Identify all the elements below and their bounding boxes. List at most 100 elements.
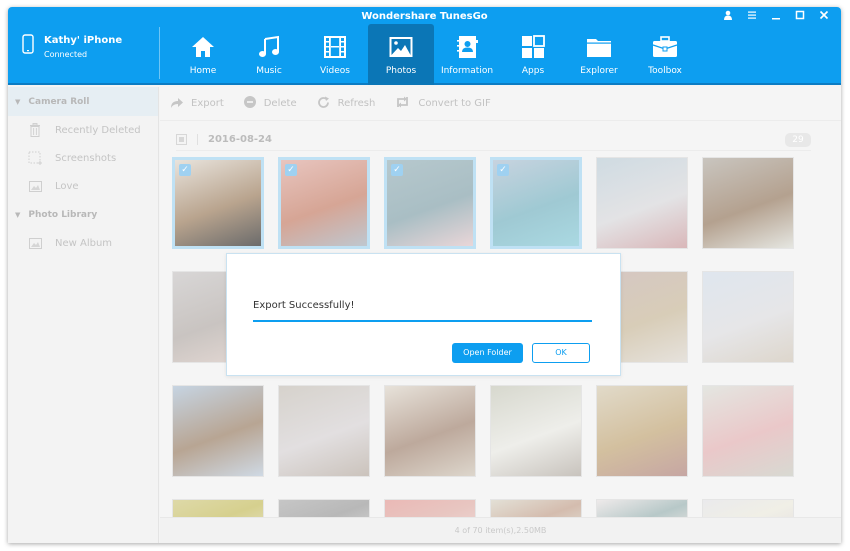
phone-icon	[22, 34, 34, 58]
nav-explorer[interactable]: Explorer	[566, 24, 632, 85]
nav-label: Photos	[385, 66, 417, 76]
sidebar-item-recently-deleted[interactable]: Recently Deleted	[8, 116, 158, 144]
select-all-checkbox[interactable]	[176, 134, 187, 145]
photo-thumbnail[interactable]	[490, 385, 582, 477]
refresh-button[interactable]: Refresh	[317, 96, 376, 112]
header-bar: Wondershare TunesGo Kathy' iPhone Connec…	[8, 7, 841, 85]
nav-label: Music	[256, 66, 282, 76]
photo-thumbnail[interactable]	[384, 385, 476, 477]
window-controls	[721, 9, 831, 23]
photo-image	[279, 386, 369, 476]
photo-thumbnail[interactable]	[702, 271, 794, 363]
sidebar-item-love[interactable]: Love	[8, 172, 158, 200]
nav-label: Toolbox	[648, 66, 682, 76]
export-progress-bar	[253, 320, 592, 322]
sidebar-item-label: New Album	[55, 237, 113, 249]
photo-image	[703, 158, 793, 248]
photo-thumbnail[interactable]	[172, 385, 264, 477]
nav-label: Home	[189, 66, 217, 76]
sidebar: ▼ Camera Roll Recently Deleted Screensho…	[8, 87, 159, 543]
sidebar-section-photo-library[interactable]: ▼ Photo Library	[8, 200, 158, 229]
refresh-icon	[317, 96, 330, 112]
app-title: Wondershare TunesGo	[361, 11, 488, 22]
nav-label: Videos	[320, 66, 350, 76]
photo-image	[491, 386, 581, 476]
nav-label: Apps	[521, 66, 545, 76]
nav-music[interactable]: Music	[236, 24, 302, 85]
sidebar-item-label: Screenshots	[55, 152, 117, 164]
convert-icon	[395, 96, 410, 111]
photo-image	[385, 386, 475, 476]
convert-label: Convert to GIF	[418, 98, 491, 109]
nav-label: Explorer	[580, 66, 618, 76]
apps-icon	[521, 34, 545, 60]
date-group-header: 2016-08-24 29	[176, 129, 811, 151]
date-separator	[197, 134, 198, 145]
export-label: Export	[191, 98, 224, 109]
home-icon	[191, 34, 215, 60]
folder-icon	[586, 34, 612, 60]
convert-gif-button[interactable]: Convert to GIF	[395, 96, 491, 111]
photo-thumbnail[interactable]: ✓	[172, 157, 264, 249]
caret-down-icon: ▼	[15, 210, 21, 219]
photo-checkbox[interactable]: ✓	[179, 164, 191, 176]
photo-image	[703, 272, 793, 362]
nav-toolbox[interactable]: Toolbox	[632, 24, 698, 85]
photo-thumbnail[interactable]	[596, 157, 688, 249]
photo-thumbnail[interactable]: ✓	[384, 157, 476, 249]
photo-thumbnail[interactable]	[278, 385, 370, 477]
photo-image	[597, 158, 687, 248]
main-nav: Home Music Videos Photos Information App…	[170, 24, 698, 85]
delete-label: Delete	[263, 98, 297, 109]
album-icon	[28, 236, 42, 250]
sidebar-section-camera-roll[interactable]: ▼ Camera Roll	[8, 87, 158, 116]
open-folder-button[interactable]: Open Folder	[452, 343, 523, 363]
close-icon[interactable]	[817, 9, 831, 23]
sidebar-section-label: Camera Roll	[28, 96, 90, 107]
user-icon[interactable]	[721, 9, 735, 23]
album-icon	[28, 179, 42, 193]
photo-thumbnail[interactable]: ✓	[490, 157, 582, 249]
trash-icon	[28, 123, 42, 137]
music-icon	[257, 34, 281, 60]
minimize-icon[interactable]	[769, 9, 783, 23]
device-status: Connected	[44, 50, 88, 59]
export-progress-fill	[253, 320, 592, 322]
photo-image	[173, 386, 263, 476]
photo-checkbox[interactable]: ✓	[497, 164, 509, 176]
nav-information[interactable]: Information	[434, 24, 500, 85]
image-icon	[389, 34, 413, 60]
maximize-icon[interactable]	[793, 9, 807, 23]
contacts-icon	[455, 34, 479, 60]
nav-photos[interactable]: Photos	[368, 24, 434, 85]
photo-thumbnail[interactable]	[702, 385, 794, 477]
sidebar-item-new-album[interactable]: New Album	[8, 229, 158, 257]
nav-home[interactable]: Home	[170, 24, 236, 85]
menu-icon[interactable]	[745, 9, 759, 23]
photo-thumbnail[interactable]	[596, 385, 688, 477]
nav-videos[interactable]: Videos	[302, 24, 368, 85]
photo-image	[597, 386, 687, 476]
sidebar-item-label: Love	[55, 180, 79, 192]
toolbar: Export Delete Refresh Convert to GIF	[160, 87, 841, 121]
photo-thumbnail[interactable]: ✓	[278, 157, 370, 249]
dialog-message: Export Successfully!	[253, 300, 355, 311]
ok-button[interactable]: OK	[532, 343, 590, 363]
status-bar: 4 of 70 item(s),2.50MB	[160, 517, 841, 543]
sidebar-item-screenshots[interactable]: Screenshots	[8, 144, 158, 172]
toolbox-icon	[652, 34, 678, 60]
export-button[interactable]: Export	[170, 97, 224, 111]
nav-apps[interactable]: Apps	[500, 24, 566, 85]
sidebar-item-label: Recently Deleted	[55, 124, 141, 136]
photo-checkbox[interactable]: ✓	[391, 164, 403, 176]
delete-icon	[243, 96, 256, 111]
photo-thumbnail[interactable]	[702, 157, 794, 249]
refresh-label: Refresh	[337, 98, 376, 109]
nav-label: Information	[440, 66, 494, 76]
sidebar-section-label: Photo Library	[28, 209, 98, 220]
photo-checkbox[interactable]: ✓	[285, 164, 297, 176]
device-info[interactable]: Kathy' iPhone Connected	[22, 34, 122, 59]
delete-button[interactable]: Delete	[243, 96, 297, 111]
header-divider	[159, 27, 160, 79]
photo-count-badge: 29	[785, 133, 811, 147]
